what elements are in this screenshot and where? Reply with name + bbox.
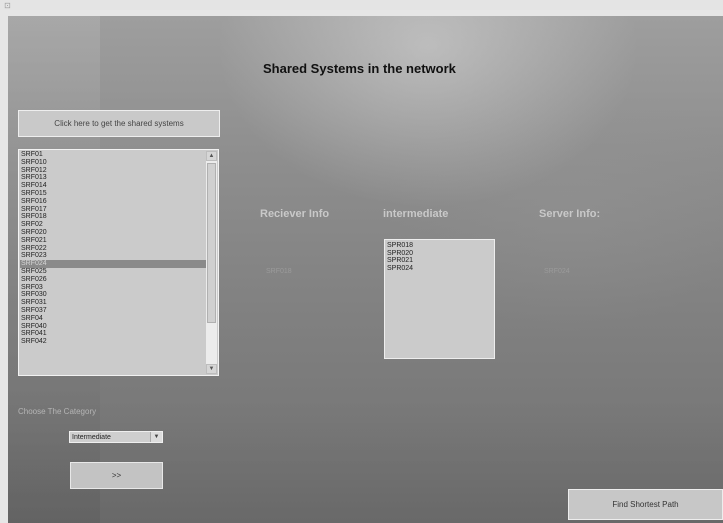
- scroll-up-arrow-icon[interactable]: ▲: [206, 151, 217, 161]
- scroll-down-arrow-icon[interactable]: ▼: [206, 364, 217, 374]
- list-item[interactable]: SRF013: [20, 174, 206, 182]
- list-item[interactable]: SRF016: [20, 198, 206, 206]
- list-item[interactable]: SRF04: [20, 315, 206, 323]
- list-item[interactable]: SRF024: [20, 260, 206, 268]
- list-item[interactable]: SRF017: [20, 206, 206, 214]
- list-scrollbar[interactable]: ▲ ▼: [206, 151, 217, 374]
- list-item[interactable]: SRF012: [20, 167, 206, 175]
- shared-systems-items: SRF01 SRF010 SRF012 SRF013 SRF014 SRF015 SRF01…: [20, 151, 206, 374]
- list-item[interactable]: SPR020: [387, 250, 494, 258]
- next-button[interactable]: >>: [70, 462, 163, 489]
- category-selected-value: Intermediate: [72, 434, 111, 441]
- page-title: Shared Systems in the network: [263, 61, 456, 76]
- window-icon: ⊡: [4, 1, 11, 10]
- list-item[interactable]: SRF030: [20, 291, 206, 299]
- intermediate-header: intermediate: [383, 208, 449, 220]
- server-info-header: Server Info:: [539, 208, 601, 220]
- list-item[interactable]: SPR021: [387, 257, 494, 265]
- list-item[interactable]: SRF022: [20, 245, 206, 253]
- list-item[interactable]: SRF042: [20, 338, 206, 346]
- list-item[interactable]: SPR018: [387, 242, 494, 250]
- list-item[interactable]: SRF010: [20, 159, 206, 167]
- list-item[interactable]: SRF026: [20, 276, 206, 284]
- list-item[interactable]: SRF040: [20, 323, 206, 331]
- get-shared-systems-button[interactable]: Click here to get the shared systems: [18, 110, 220, 137]
- shared-systems-list[interactable]: SRF01 SRF010 SRF012 SRF013 SRF014 SRF015 SRF01…: [18, 149, 219, 376]
- list-item[interactable]: SRF015: [20, 190, 206, 198]
- list-item[interactable]: SRF018: [20, 213, 206, 221]
- category-label: Choose The Category: [18, 407, 97, 416]
- find-shortest-path-button[interactable]: Find Shortest Path: [568, 489, 723, 520]
- list-item[interactable]: SRF037: [20, 307, 206, 315]
- title-bar: ⊡: [0, 0, 723, 10]
- list-item[interactable]: SRF031: [20, 299, 206, 307]
- list-item[interactable]: SRF041: [20, 330, 206, 338]
- list-item[interactable]: SRF01: [20, 151, 206, 159]
- list-item[interactable]: SPR024: [387, 265, 494, 273]
- server-value: SRF024: [544, 268, 570, 275]
- list-item[interactable]: SRF023: [20, 252, 206, 260]
- list-item[interactable]: SRF020: [20, 229, 206, 237]
- category-dropdown[interactable]: Intermediate ▼: [69, 431, 163, 443]
- list-item[interactable]: SRF02: [20, 221, 206, 229]
- receiver-info-header: Reciever Info: [260, 208, 330, 220]
- scrollbar-thumb[interactable]: [207, 163, 216, 323]
- chevron-down-icon[interactable]: ▼: [150, 432, 162, 442]
- intermediate-list[interactable]: SPR018 SPR020 SPR021 SPR024: [384, 239, 495, 359]
- list-item[interactable]: SRF014: [20, 182, 206, 190]
- list-item[interactable]: SRF021: [20, 237, 206, 245]
- receiver-value: SRF018: [266, 268, 292, 275]
- list-item[interactable]: SRF025: [20, 268, 206, 276]
- list-item[interactable]: SRF03: [20, 284, 206, 292]
- main-window: Shared Systems in the network Click here…: [8, 16, 723, 523]
